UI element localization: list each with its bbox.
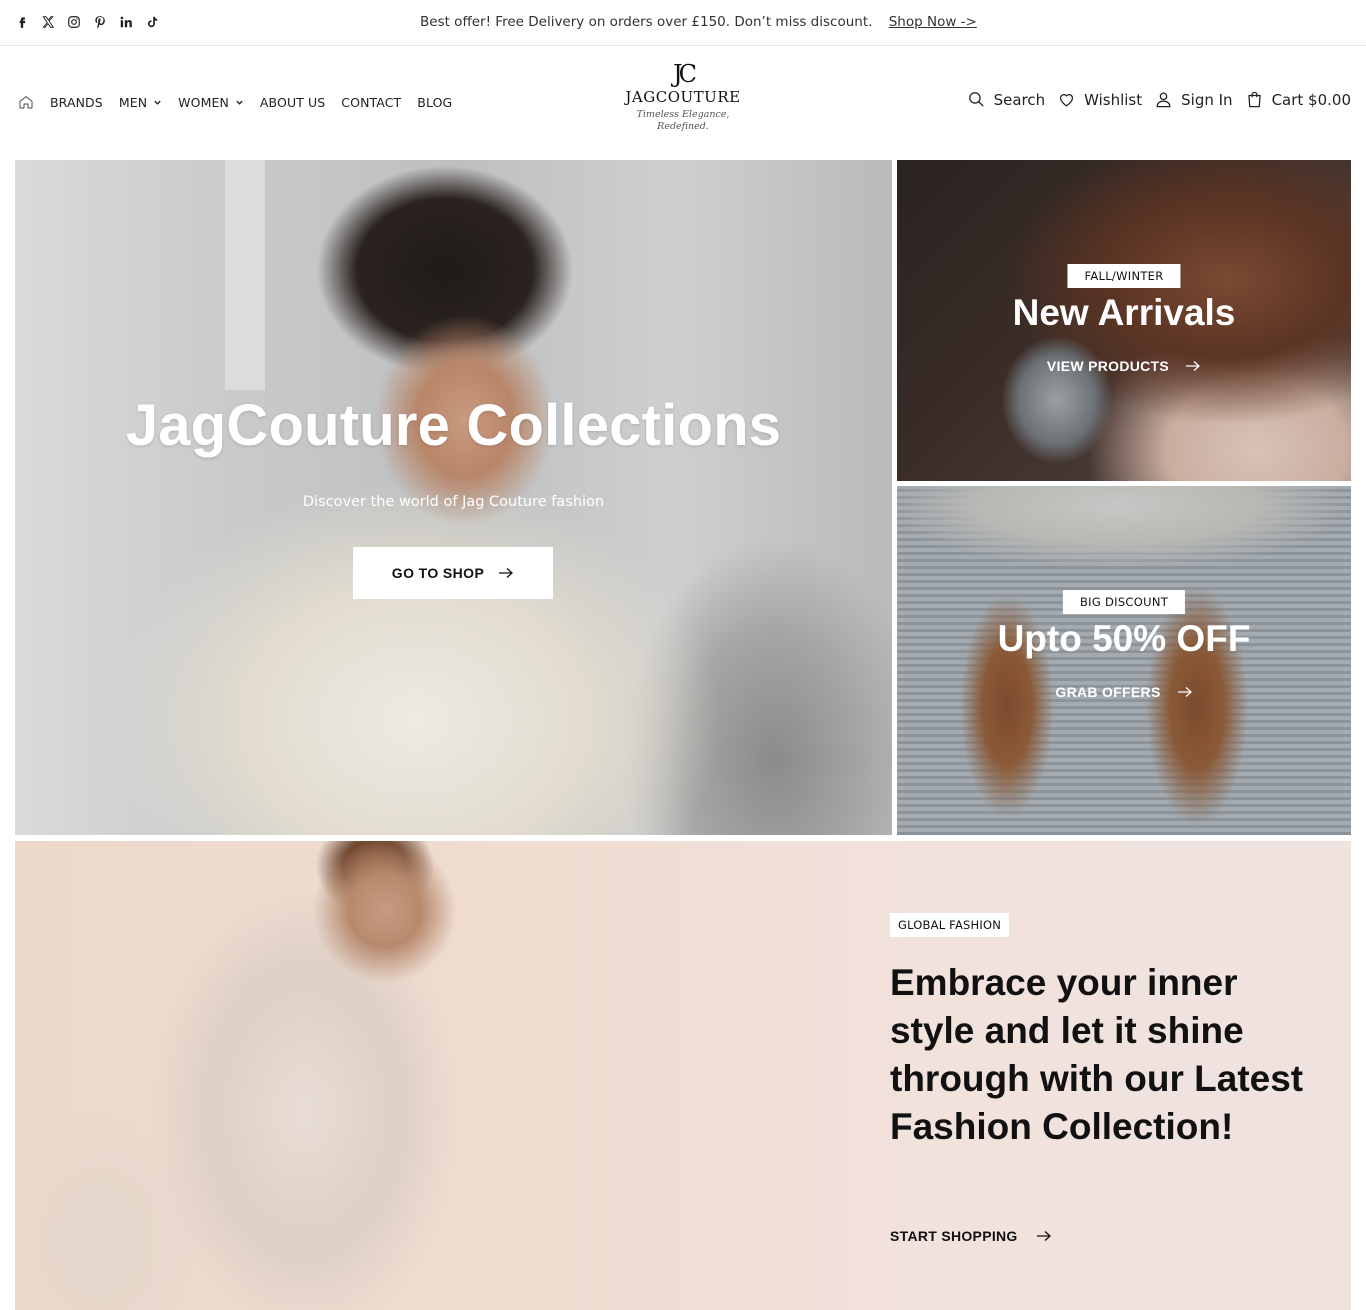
hero-title: JagCouture Collections: [125, 393, 782, 458]
banner-tag: GLOBAL FASHION: [890, 913, 1009, 937]
chevron-down-icon: [154, 100, 161, 105]
instagram-icon[interactable]: [66, 13, 82, 31]
offer-message: Best offer! Free Delivery on orders over…: [420, 14, 977, 30]
nav-item-blog[interactable]: BLOG: [417, 95, 452, 110]
start-shopping-link[interactable]: START SHOPPING: [890, 1228, 1052, 1244]
arrow-right-icon: [1036, 1231, 1051, 1241]
heart-icon: [1060, 94, 1074, 107]
arrow-right-icon: [1186, 361, 1201, 371]
hero-banner: JagCouture Collections Discover the worl…: [15, 160, 892, 835]
banner-title: Embrace your inner style and let it shin…: [890, 962, 1304, 1147]
nav-label: BRANDS: [50, 94, 103, 110]
new-arrivals-tile[interactable]: FALL/WINTER New Arrivals VIEW PRODUCTS: [897, 160, 1351, 481]
big-discount-tile[interactable]: BIG DISCOUNT Upto 50% OFF GRAB OFFERS: [897, 486, 1351, 835]
social-links: [14, 13, 160, 31]
tiktok-icon[interactable]: [144, 13, 160, 31]
nav-label: ABOUT US: [259, 94, 326, 110]
wishlist-button[interactable]: Wishlist: [1057, 90, 1142, 109]
search-icon: [968, 92, 984, 107]
grab-offers-label: GRAB OFFERS: [1055, 684, 1161, 700]
nav-item-men[interactable]: MEN: [119, 95, 162, 110]
nav-label: BLOG: [417, 94, 453, 110]
main-nav: BRANDS MEN WOMEN ABOUT US CONTACT BLOG: [18, 94, 452, 110]
nav-item-contact[interactable]: CONTACT: [341, 95, 401, 110]
nav-label: CONTACT: [341, 94, 402, 110]
sign-in-button[interactable]: Sign In: [1154, 90, 1233, 109]
nav-item-about-us[interactable]: ABOUT US: [260, 95, 325, 110]
wishlist-label: Wishlist: [1084, 90, 1143, 109]
sign-in-label: Sign In: [1181, 90, 1233, 109]
shop-now-link[interactable]: Shop Now ->: [889, 14, 977, 30]
cart-label: Cart $0.00: [1271, 90, 1351, 109]
nav-label: WOMEN: [178, 94, 229, 110]
tile-tag: FALL/WINTER: [1067, 264, 1181, 288]
linkedin-icon[interactable]: [118, 13, 134, 31]
home-link[interactable]: [18, 94, 34, 110]
facebook-icon[interactable]: [14, 13, 30, 31]
start-shopping-label: START SHOPPING: [890, 1228, 1018, 1244]
search-button[interactable]: Search: [967, 90, 1046, 109]
view-products-label: VIEW PRODUCTS: [1046, 358, 1170, 374]
x-icon[interactable]: [40, 13, 56, 31]
nav-item-brands[interactable]: BRANDS: [50, 95, 103, 110]
logo-brand: JAGCOUTURE: [625, 88, 741, 106]
logo-tagline-2: Redefined.: [657, 121, 709, 132]
logo-tagline-1: Timeless Elegance,: [636, 109, 730, 120]
nav-item-women[interactable]: WOMEN: [178, 95, 244, 110]
user-icon: [1156, 92, 1171, 108]
tile-title: New Arrivals: [1012, 292, 1236, 333]
hero-image-detail: [225, 160, 265, 390]
shopping-bag-icon: [1247, 91, 1261, 108]
pinterest-icon[interactable]: [92, 13, 108, 31]
arrow-right-icon: [1177, 687, 1192, 697]
go-to-shop-label: GO TO SHOP: [391, 565, 485, 581]
search-label: Search: [993, 90, 1046, 109]
arrow-right-icon: [499, 568, 514, 578]
nav-label: MEN: [118, 94, 148, 110]
chevron-down-icon: [236, 100, 243, 105]
home-icon: [19, 96, 33, 109]
grab-offers-link[interactable]: GRAB OFFERS: [897, 684, 1351, 700]
site-header: BRANDS MEN WOMEN ABOUT US CONTACT BLOG J…: [0, 46, 1366, 158]
cart-button[interactable]: Cart $0.00: [1245, 90, 1351, 109]
global-fashion-banner: GLOBAL FASHION Embrace your inner style …: [15, 841, 1351, 1310]
announcement-bar: Best offer! Free Delivery on orders over…: [0, 0, 1366, 46]
tile-tag: BIG DISCOUNT: [1062, 590, 1186, 614]
tile-title: Upto 50% OFF: [997, 618, 1251, 659]
view-products-link[interactable]: VIEW PRODUCTS: [897, 358, 1351, 374]
hero-subtitle: Discover the world of Jag Couture fashio…: [302, 494, 605, 510]
go-to-shop-button[interactable]: GO TO SHOP: [353, 547, 553, 599]
site-logo[interactable]: JC JAGCOUTURE Timeless Elegance, Redefin…: [620, 60, 746, 132]
header-actions: Search Wishlist Sign In Cart $0.00: [967, 90, 1351, 109]
logo-monogram: JC: [673, 60, 697, 88]
offer-text: Best offer! Free Delivery on orders over…: [420, 14, 873, 30]
